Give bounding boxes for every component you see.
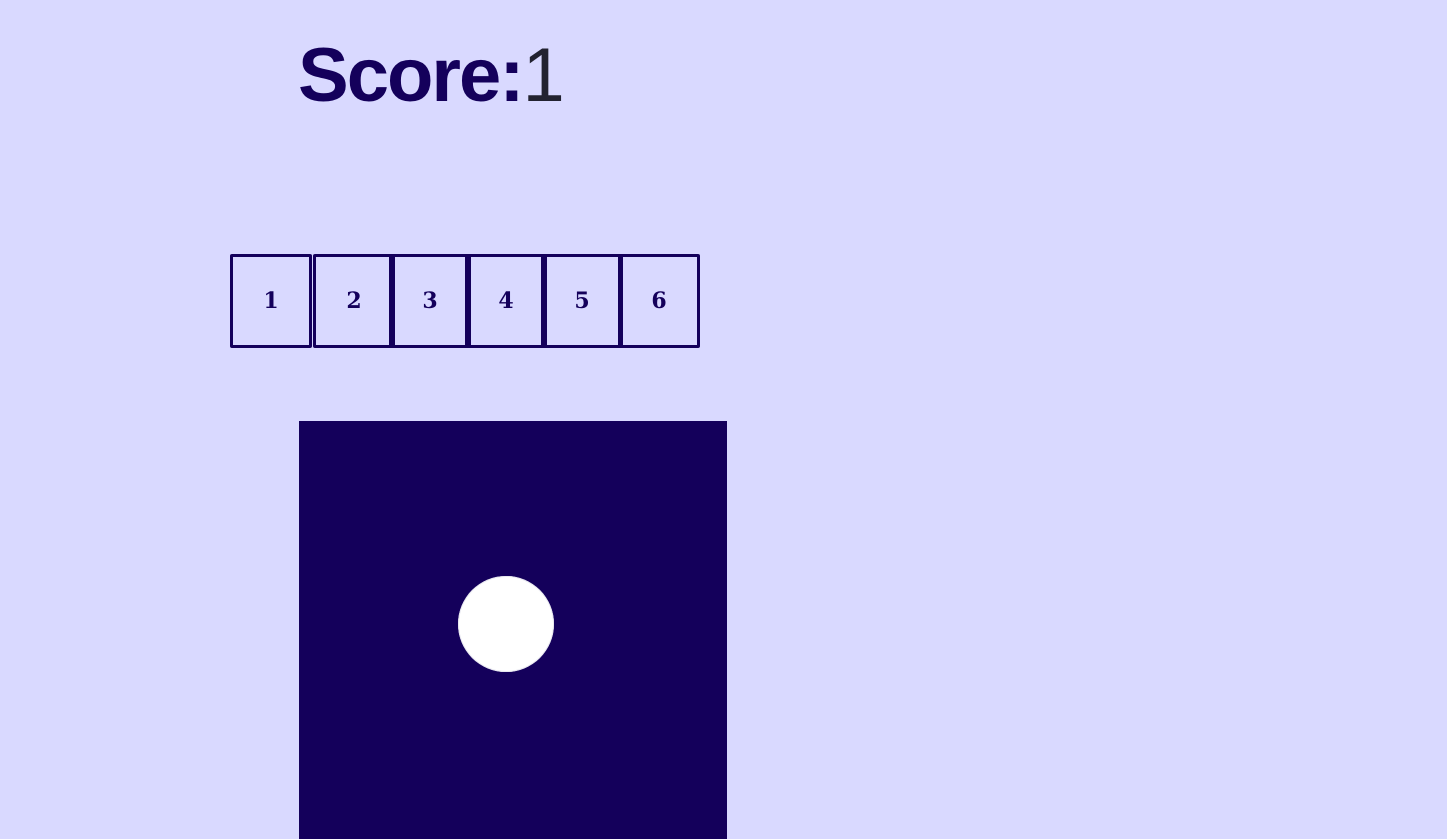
choice-button-row: 1 2 3 4 5 6	[0, 0, 1447, 400]
die-pip	[458, 576, 554, 672]
choice-button-1[interactable]: 1	[230, 254, 312, 348]
choice-button-6[interactable]: 6	[618, 254, 700, 348]
die-face[interactable]	[299, 421, 727, 839]
choice-button-4[interactable]: 4	[465, 254, 547, 348]
choice-button-2[interactable]: 2	[313, 254, 395, 348]
choice-button-5[interactable]: 5	[541, 254, 623, 348]
choice-button-3[interactable]: 3	[389, 254, 471, 348]
